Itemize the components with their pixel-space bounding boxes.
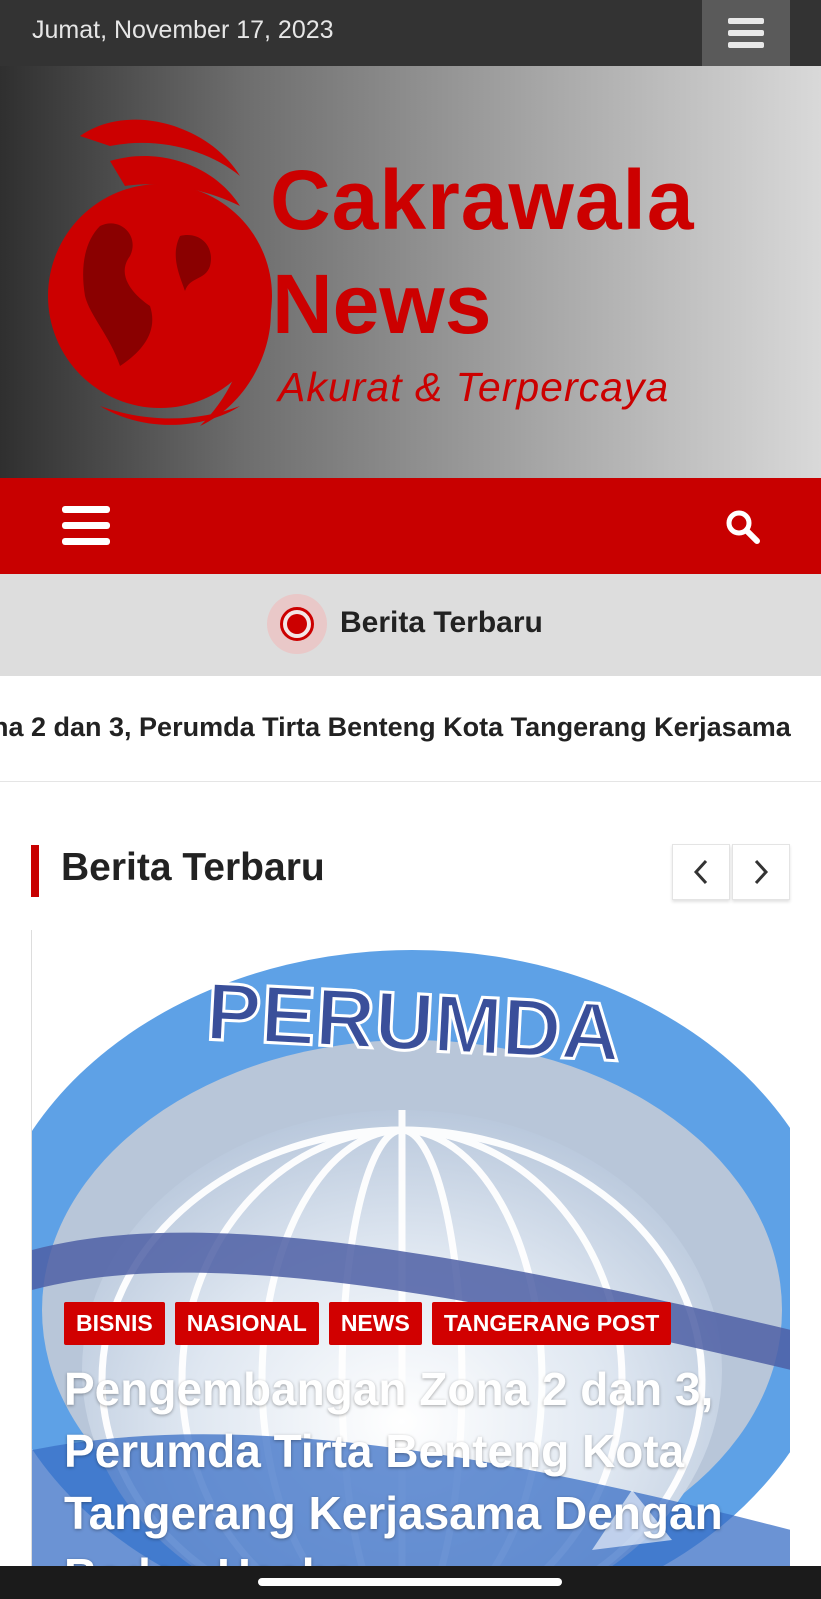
category-badge[interactable]: TANGERANG POST <box>431 1302 672 1345</box>
chevron-right-icon <box>754 859 769 885</box>
category-list: BISNIS NASIONAL NEWS TANGERANG POST <box>64 1302 672 1345</box>
featured-news-card[interactable]: PERUMDA BISNIS NASIONAL NEWS TANGERANG P… <box>31 930 790 1566</box>
system-navigation-bar <box>0 1566 821 1599</box>
brand-name-line1[interactable]: Cakrawala <box>270 158 695 242</box>
brand-tagline: Akurat & Terpercaya <box>278 364 670 410</box>
top-menu-button[interactable] <box>702 0 790 66</box>
top-bar: Jumat, November 17, 2023 <box>0 0 821 66</box>
category-badge[interactable]: NASIONAL <box>174 1302 319 1345</box>
hamburger-icon <box>728 18 764 48</box>
brand-name-line2[interactable]: News <box>272 262 491 346</box>
chevron-left-icon <box>693 859 708 885</box>
breaking-news-header: Berita Terbaru <box>0 574 821 676</box>
slider-prev-button[interactable] <box>672 844 730 900</box>
site-header: Cakrawala News Akurat & Terpercaya <box>0 66 821 478</box>
category-badge[interactable]: NEWS <box>328 1302 422 1345</box>
ticker-headline-link[interactable]: na 2 dan 3, Perumda Tirta Benteng Kota T… <box>0 712 791 743</box>
breaking-news-label: Berita Terbaru <box>340 606 543 639</box>
live-dot-icon <box>267 594 327 654</box>
section-title: Berita Terbaru <box>61 846 325 889</box>
hamburger-icon[interactable] <box>60 504 112 548</box>
current-date: Jumat, November 17, 2023 <box>32 16 334 44</box>
slider-next-button[interactable] <box>732 844 790 900</box>
category-badge[interactable]: BISNIS <box>64 1302 165 1345</box>
featured-headline-link[interactable]: Pengembangan Zona 2 dan 3, Perumda Tirta… <box>64 1358 754 1566</box>
search-icon[interactable] <box>724 508 762 546</box>
section-accent-bar <box>31 845 39 897</box>
globe-logo-icon[interactable] <box>40 106 280 436</box>
gesture-handle[interactable] <box>258 1578 562 1586</box>
main-navbar <box>0 478 821 574</box>
news-ticker: na 2 dan 3, Perumda Tirta Benteng Kota T… <box>0 676 821 782</box>
